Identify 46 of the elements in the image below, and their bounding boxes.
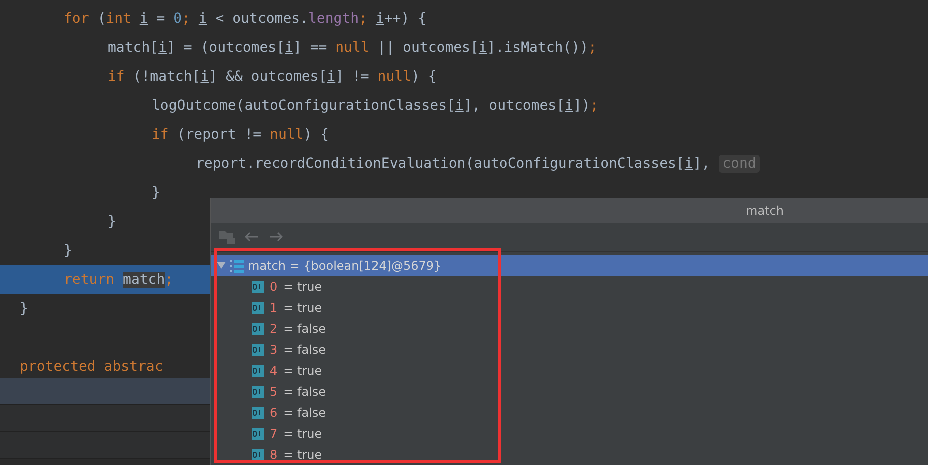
code-line: if (report != null) { (151, 126, 330, 144)
array-value: = false (284, 322, 326, 336)
back-arrow-icon[interactable] (245, 232, 259, 242)
binary-icon (252, 322, 264, 334)
binary-icon (252, 344, 264, 356)
code-line: match[i] = (outcomes[i] == null || outcomes[i].isMatch()); (107, 38, 597, 58)
array-index: 0 (270, 280, 278, 294)
code-line: } (107, 212, 116, 232)
code-line: } (63, 242, 72, 260)
array-icon (230, 258, 244, 272)
forward-arrow-icon[interactable] (269, 232, 283, 242)
code-line: if (!match[i] && outcomes[i] != null) { (107, 68, 437, 86)
array-index: 4 (270, 364, 278, 378)
array-index: 6 (270, 406, 278, 420)
array-index: 5 (270, 384, 278, 398)
tree-row[interactable]: match = {boolean[124]@5679} (211, 255, 928, 276)
array-index: 3 (270, 342, 278, 356)
array-value: = true (284, 300, 322, 314)
expand-triangle-icon[interactable] (217, 261, 226, 270)
array-index: 1 (270, 300, 278, 314)
code-line: } (19, 300, 28, 318)
folder-icon[interactable] (219, 230, 235, 244)
array-value: = true (284, 364, 322, 378)
code-line: for (int i = 0; i < outcomes.length; i++) { (63, 10, 427, 28)
binary-icon (252, 386, 264, 398)
binary-icon (252, 280, 264, 292)
binary-icon (252, 406, 264, 418)
code-line: protected abstrac (19, 358, 164, 376)
popup-title: match (746, 204, 784, 218)
binary-icon (252, 302, 264, 314)
variable-label: match = {boolean[124]@5679} (248, 258, 442, 272)
array-value: = false (284, 384, 326, 398)
array-value: = false (284, 342, 326, 356)
array-value: = true (284, 448, 322, 462)
code-line: report.recordConditionEvaluation(autoConfigurationClasses[i], cond (0, 149, 760, 178)
array-index: 8 (270, 448, 278, 462)
code-line: } (151, 184, 160, 202)
array-value: = true (284, 280, 322, 294)
array-index: 2 (270, 322, 278, 336)
binary-icon (252, 428, 264, 440)
binary-icon (252, 448, 264, 460)
code-line: logOutcome(autoConfigurationClasses[i], outcomes[i]); (151, 96, 599, 116)
array-index: 7 (270, 426, 278, 440)
array-value: = false (284, 406, 326, 420)
binary-icon (252, 364, 264, 376)
array-value: = true (284, 426, 322, 440)
